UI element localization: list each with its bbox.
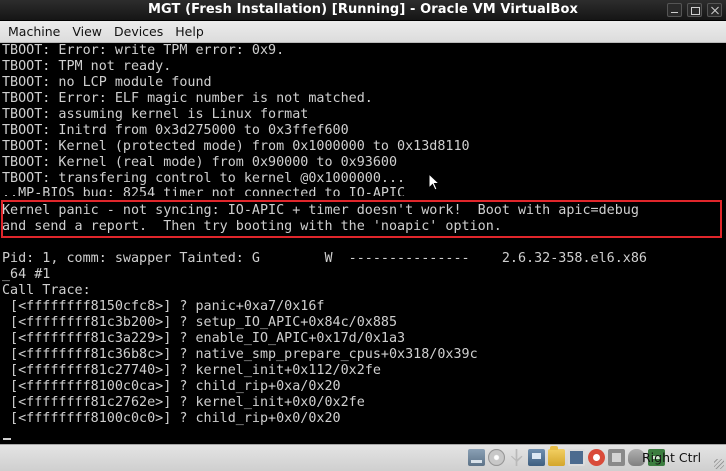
call-trace-line: [<ffffffff8100c0c0>] ? child_rip+0x0/0x2… [2,411,341,426]
kernel-panic-highlight-box [1,200,722,238]
close-icon[interactable] [707,3,722,17]
menu-machine[interactable]: Machine [2,22,66,41]
menu-bar: Machine View Devices Help [0,21,726,43]
resize-grip[interactable] [714,459,724,469]
mouse-pointer-icon [428,173,440,191]
host-key-label: Right Ctrl [642,450,702,465]
console-line: TBOOT: Kernel (protected mode) from 0x10… [2,139,470,154]
console-line: TBOOT: transfering control to kernel @0x… [2,171,406,186]
cpu-icon[interactable] [608,449,625,466]
minimize-icon[interactable] [667,3,682,17]
console-line: TBOOT: no LCP module found [2,75,212,90]
maximize-icon[interactable] [687,3,702,17]
console-line: TBOOT: Initrd from 0x3d275000 to 0x3ffef… [2,123,349,138]
device-status-icons [468,446,665,466]
status-bar: Right Ctrl [0,444,726,471]
console-line: TBOOT: Error: write TPM error: 0x9. [2,43,285,58]
text-cursor [3,438,11,440]
call-trace-line: [<ffffffff8150cfc8>] ? panic+0xa7/0x16f [2,299,325,314]
display-icon[interactable] [568,449,585,466]
call-trace-line: [<ffffffff81c36b8c>] ? native_smp_prepar… [2,347,478,362]
call-trace-line: [<ffffffff81c2762e>] ? kernel_init+0x0/0… [2,395,365,410]
video-capture-icon[interactable] [588,449,605,466]
console-line: _64 #1 [2,267,51,282]
shared-folders-icon[interactable] [548,446,565,466]
call-trace-line: [<ffffffff81c3b200>] ? setup_IO_APIC+0x8… [2,315,398,330]
menu-help[interactable]: Help [169,22,210,41]
vm-console-display[interactable]: TBOOT: Error: write TPM error: 0x9. TBOO… [0,43,726,444]
menu-view[interactable]: View [66,22,108,41]
usb-icon[interactable] [511,449,523,466]
call-trace-line: [<ffffffff81c27740>] ? kernel_init+0x112… [2,363,381,378]
menu-devices[interactable]: Devices [108,22,169,41]
network-icon[interactable] [528,449,545,466]
window-title: MGT (Fresh Installation) [Running] - Ora… [147,2,579,17]
hard-disk-icon[interactable] [468,449,485,466]
console-line: TBOOT: Error: ELF magic number is not ma… [2,91,373,106]
window-controls [667,3,722,17]
call-trace-line: [<ffffffff81c3a229>] ? enable_IO_APIC+0x… [2,331,406,346]
console-line: TBOOT: TPM not ready. [2,59,172,74]
console-line: TBOOT: assuming kernel is Linux format [2,107,309,122]
console-line: Call Trace: [2,283,91,298]
window-titlebar[interactable]: MGT (Fresh Installation) [Running] - Ora… [0,0,726,21]
console-line: Pid: 1, comm: swapper Tainted: G W -----… [2,251,647,266]
console-line: ..MP-BIOS bug: 8254 timer not connected … [2,186,406,196]
call-trace-line: [<ffffffff8100c0ca>] ? child_rip+0xa/0x2… [2,379,341,394]
console-line: TBOOT: Kernel (real mode) from 0x90000 t… [2,155,398,170]
optical-drive-icon[interactable] [488,449,505,466]
